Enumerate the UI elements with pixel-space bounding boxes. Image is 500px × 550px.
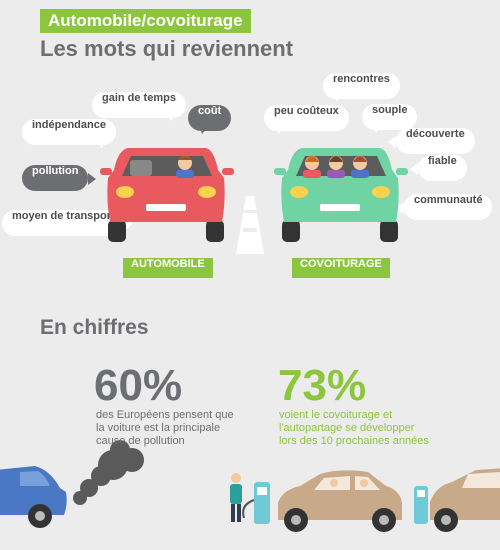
stat-73-percent: 73% — [278, 361, 367, 410]
covoiturage-label: COVOITURAGE — [292, 258, 390, 278]
stat-60-description: des Européens pensent que la voiture est… — [96, 409, 234, 447]
figures-title: En chiffres — [40, 316, 149, 339]
road-marking-icon — [236, 196, 264, 254]
beige-car-2-icon — [430, 468, 500, 532]
beige-car-icon — [278, 470, 402, 532]
person-icon — [230, 473, 242, 522]
red-car-icon — [100, 148, 234, 242]
smoke-cloud-icon — [73, 440, 144, 505]
blue-car-icon — [0, 466, 67, 528]
illustrations — [0, 148, 500, 532]
charging-station-2-icon — [414, 486, 428, 524]
stat-73-description: voient le covoiturage et l'autopartage s… — [279, 409, 429, 447]
automobile-label: AUTOMOBILE — [123, 258, 213, 278]
mint-car-icon — [274, 148, 408, 242]
charging-station-icon — [242, 482, 270, 524]
stat-60-percent: 60% — [94, 361, 183, 410]
